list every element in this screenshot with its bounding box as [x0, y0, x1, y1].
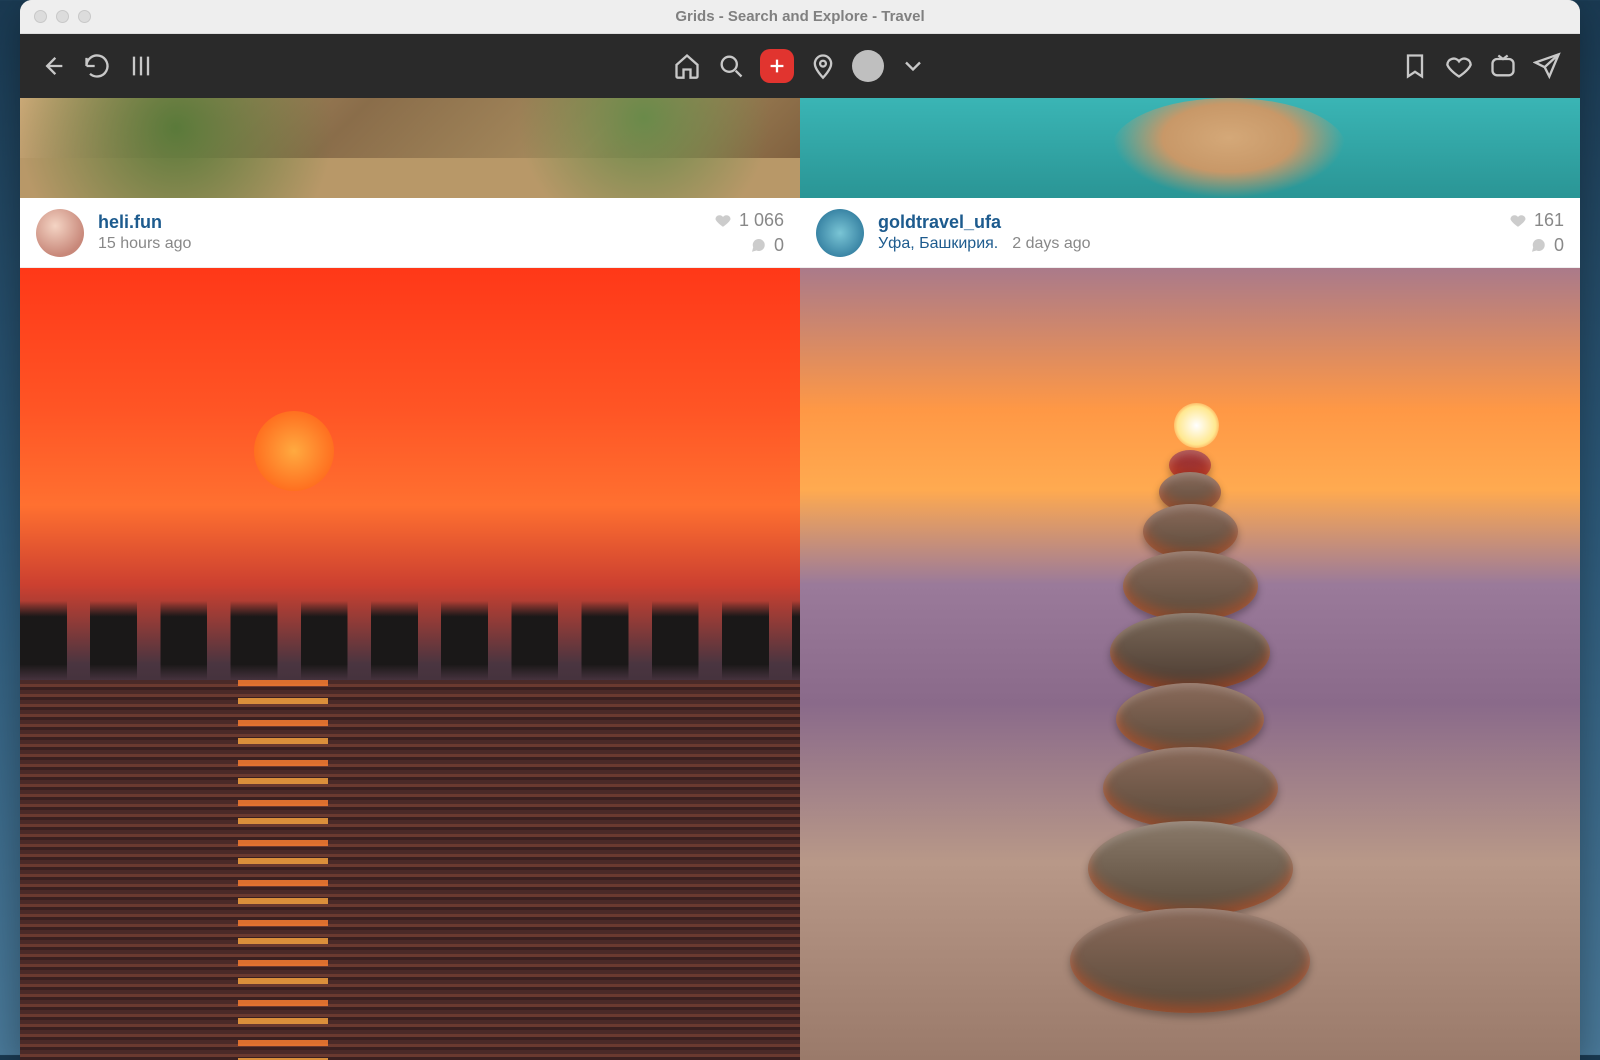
post-time: 2 days ago [1012, 235, 1090, 253]
profile-avatar[interactable] [852, 50, 884, 82]
likes-count[interactable]: 161 [1509, 210, 1564, 231]
add-post-button[interactable] [760, 49, 794, 83]
comments-count[interactable]: 0 [1529, 235, 1564, 256]
bookmarks-button[interactable] [1400, 51, 1430, 81]
username-link[interactable]: heli.fun [98, 212, 700, 233]
search-button[interactable] [716, 51, 746, 81]
titlebar: Grids - Search and Explore - Travel [20, 0, 1580, 34]
home-button[interactable] [672, 51, 702, 81]
app-window: Grids - Search and Explore - Travel [20, 0, 1580, 1060]
feed-column-right: goldtravel_ufa Уфа, Башкирия. 2 days ago… [800, 98, 1580, 1060]
window-title: Grids - Search and Explore - Travel [20, 8, 1580, 25]
likes-count[interactable]: 1 066 [714, 210, 784, 231]
back-button[interactable] [38, 51, 68, 81]
post-preview-image[interactable] [20, 98, 800, 198]
columns-button[interactable] [126, 51, 156, 81]
window-controls [34, 10, 91, 23]
location-link[interactable]: Уфа, Башкирия. [878, 235, 998, 253]
post-meta-row: goldtravel_ufa Уфа, Башкирия. 2 days ago… [800, 198, 1580, 268]
toolbar [20, 34, 1580, 98]
location-button[interactable] [808, 51, 838, 81]
post-meta-row: heli.fun 15 hours ago 1 066 0 [20, 198, 800, 268]
igtv-button[interactable] [1488, 51, 1518, 81]
minimize-window-button[interactable] [56, 10, 69, 23]
reload-button[interactable] [82, 51, 112, 81]
comments-count[interactable]: 0 [749, 235, 784, 256]
send-button[interactable] [1532, 51, 1562, 81]
post-time: 15 hours ago [98, 235, 191, 253]
likes-button[interactable] [1444, 51, 1474, 81]
post-preview-image[interactable] [800, 98, 1580, 198]
user-avatar[interactable] [816, 209, 864, 257]
user-avatar[interactable] [36, 209, 84, 257]
post-image[interactable] [20, 268, 800, 1060]
close-window-button[interactable] [34, 10, 47, 23]
maximize-window-button[interactable] [78, 10, 91, 23]
feed-column-left: heli.fun 15 hours ago 1 066 0 [20, 98, 800, 1060]
feed-grid: heli.fun 15 hours ago 1 066 0 [20, 98, 1580, 1060]
post-image[interactable] [800, 268, 1580, 1060]
username-link[interactable]: goldtravel_ufa [878, 212, 1495, 233]
account-dropdown[interactable] [898, 51, 928, 81]
